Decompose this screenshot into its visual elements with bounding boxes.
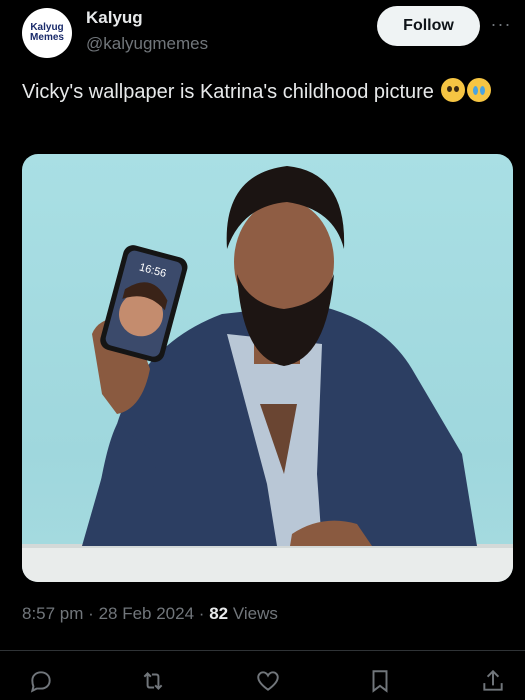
pleading-face-icon [441, 78, 466, 102]
photo-illustration: 16:56 [22, 166, 513, 582]
tweet-post: Kalyug Memes Kalyug @kalyugmemes Follow … [0, 0, 525, 700]
follow-button[interactable]: Follow [377, 6, 480, 46]
post-date[interactable]: 28 Feb 2024 [99, 604, 194, 623]
retweet-icon[interactable] [140, 668, 166, 694]
bookmark-icon[interactable] [367, 668, 393, 694]
views-count: 82 [209, 604, 229, 623]
views-label: Views [232, 604, 278, 623]
divider [0, 650, 525, 651]
avatar-text-line2: Memes [30, 32, 64, 43]
tweet-text: Vicky's wallpaper is Katrina's childhood… [22, 77, 502, 107]
author-handle[interactable]: @kalyugmemes [86, 34, 208, 54]
like-icon[interactable] [255, 668, 281, 694]
author-name[interactable]: Kalyug [86, 8, 143, 28]
tweet-text-content: Vicky's wallpaper is Katrina's childhood… [22, 81, 434, 103]
share-icon[interactable] [480, 668, 506, 694]
post-time[interactable]: 8:57 pm [22, 604, 83, 623]
more-horizontal-icon[interactable]: ··· [488, 14, 514, 34]
tweet-photo[interactable]: 16:56 [22, 154, 513, 582]
meta-separator: · [198, 604, 205, 623]
meta-separator: · [88, 604, 94, 623]
avatar[interactable]: Kalyug Memes [22, 8, 72, 58]
post-metadata: 8:57 pm · 28 Feb 2024 · 82 Views [22, 604, 278, 624]
loudly-crying-face-icon [467, 78, 492, 102]
reply-icon[interactable] [28, 668, 54, 694]
